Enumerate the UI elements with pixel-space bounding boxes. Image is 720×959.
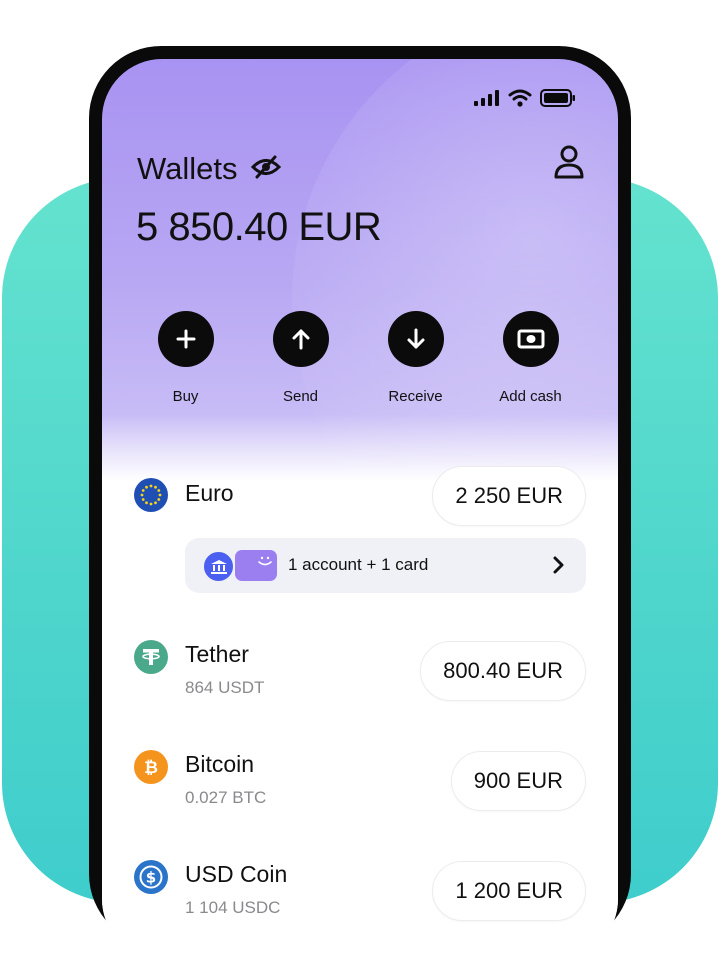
phone-frame: Wallets 5 850.40 EUR Buy Send Receive Ad…	[89, 46, 631, 959]
wallet-row-bitcoin[interactable]: ₿ Bitcoin 0.027 BTC 900 EUR	[134, 750, 586, 811]
quick-actions: Buy Send Receive Add cash	[128, 311, 588, 405]
send-label: Send	[282, 388, 319, 405]
battery-icon	[540, 89, 575, 107]
svg-text:$: $	[146, 869, 156, 887]
send-button[interactable]	[272, 311, 329, 367]
eye-off-icon[interactable]	[251, 155, 282, 184]
wallet-row-euro[interactable]: Euro 2 250 EUR	[134, 466, 586, 538]
wallet-row-usd-coin[interactable]: $ USD Coin 1 104 USDC 1 200 EUR	[134, 860, 586, 921]
account-card-label: 1 account + 1 card	[288, 555, 429, 574]
wallet-name: USD Coin	[185, 861, 288, 887]
buy-label: Buy	[172, 388, 199, 405]
arrow-down-icon	[407, 328, 424, 349]
receive-button[interactable]	[387, 311, 444, 367]
add-cash-action[interactable]: Add cash	[473, 311, 588, 405]
banknote-icon	[517, 329, 544, 349]
receive-label: Receive	[388, 388, 443, 405]
add-cash-label: Add cash	[499, 388, 562, 405]
total-balance: 5 850.40 EUR	[136, 205, 382, 249]
buy-action[interactable]: Buy	[128, 311, 243, 405]
bitcoin-icon: ₿	[134, 750, 168, 784]
wifi-icon	[508, 89, 532, 107]
wallet-amount[interactable]: 2 250 EUR	[432, 466, 586, 526]
profile-icon[interactable]	[554, 145, 584, 184]
wallet-amount[interactable]: 900 EUR	[450, 751, 586, 811]
app-screen: Wallets 5 850.40 EUR Buy Send Receive Ad…	[102, 59, 618, 959]
signal-bars-icon	[474, 90, 499, 106]
wallet-name: Bitcoin	[185, 751, 255, 777]
send-action[interactable]: Send	[243, 311, 358, 405]
buy-button[interactable]	[157, 311, 214, 367]
wallet-holding: 0.027 BTC	[185, 788, 267, 807]
card-thumbnail	[235, 550, 277, 581]
header-title-row: Wallets	[137, 151, 282, 187]
status-bar	[474, 89, 576, 107]
chevron-right-icon	[552, 556, 564, 579]
wallet-amount[interactable]: 1 200 EUR	[432, 861, 586, 921]
receive-action[interactable]: Receive	[358, 311, 473, 405]
add-cash-button[interactable]	[502, 311, 559, 367]
eu-flag-icon	[134, 478, 168, 512]
wallet-name: Tether	[185, 641, 249, 667]
bank-icon	[202, 550, 235, 583]
arrow-up-icon	[292, 329, 309, 350]
plus-icon	[176, 329, 195, 349]
wallet-holding: 1 104 USDC	[185, 898, 281, 917]
svg-text:₿: ₿	[144, 758, 158, 778]
page-title: Wallets	[137, 151, 238, 186]
wallet-amount[interactable]: 800.40 EUR	[420, 641, 586, 701]
wallet-name: Euro	[185, 480, 234, 506]
usd-coin-icon: $	[134, 860, 168, 894]
wallet-row-tether[interactable]: Tether 864 USDT 800.40 EUR	[134, 640, 586, 701]
tether-icon	[134, 640, 168, 674]
euro-account-summary[interactable]: 1 account + 1 card	[185, 538, 586, 593]
wallet-holding: 864 USDT	[185, 678, 265, 697]
